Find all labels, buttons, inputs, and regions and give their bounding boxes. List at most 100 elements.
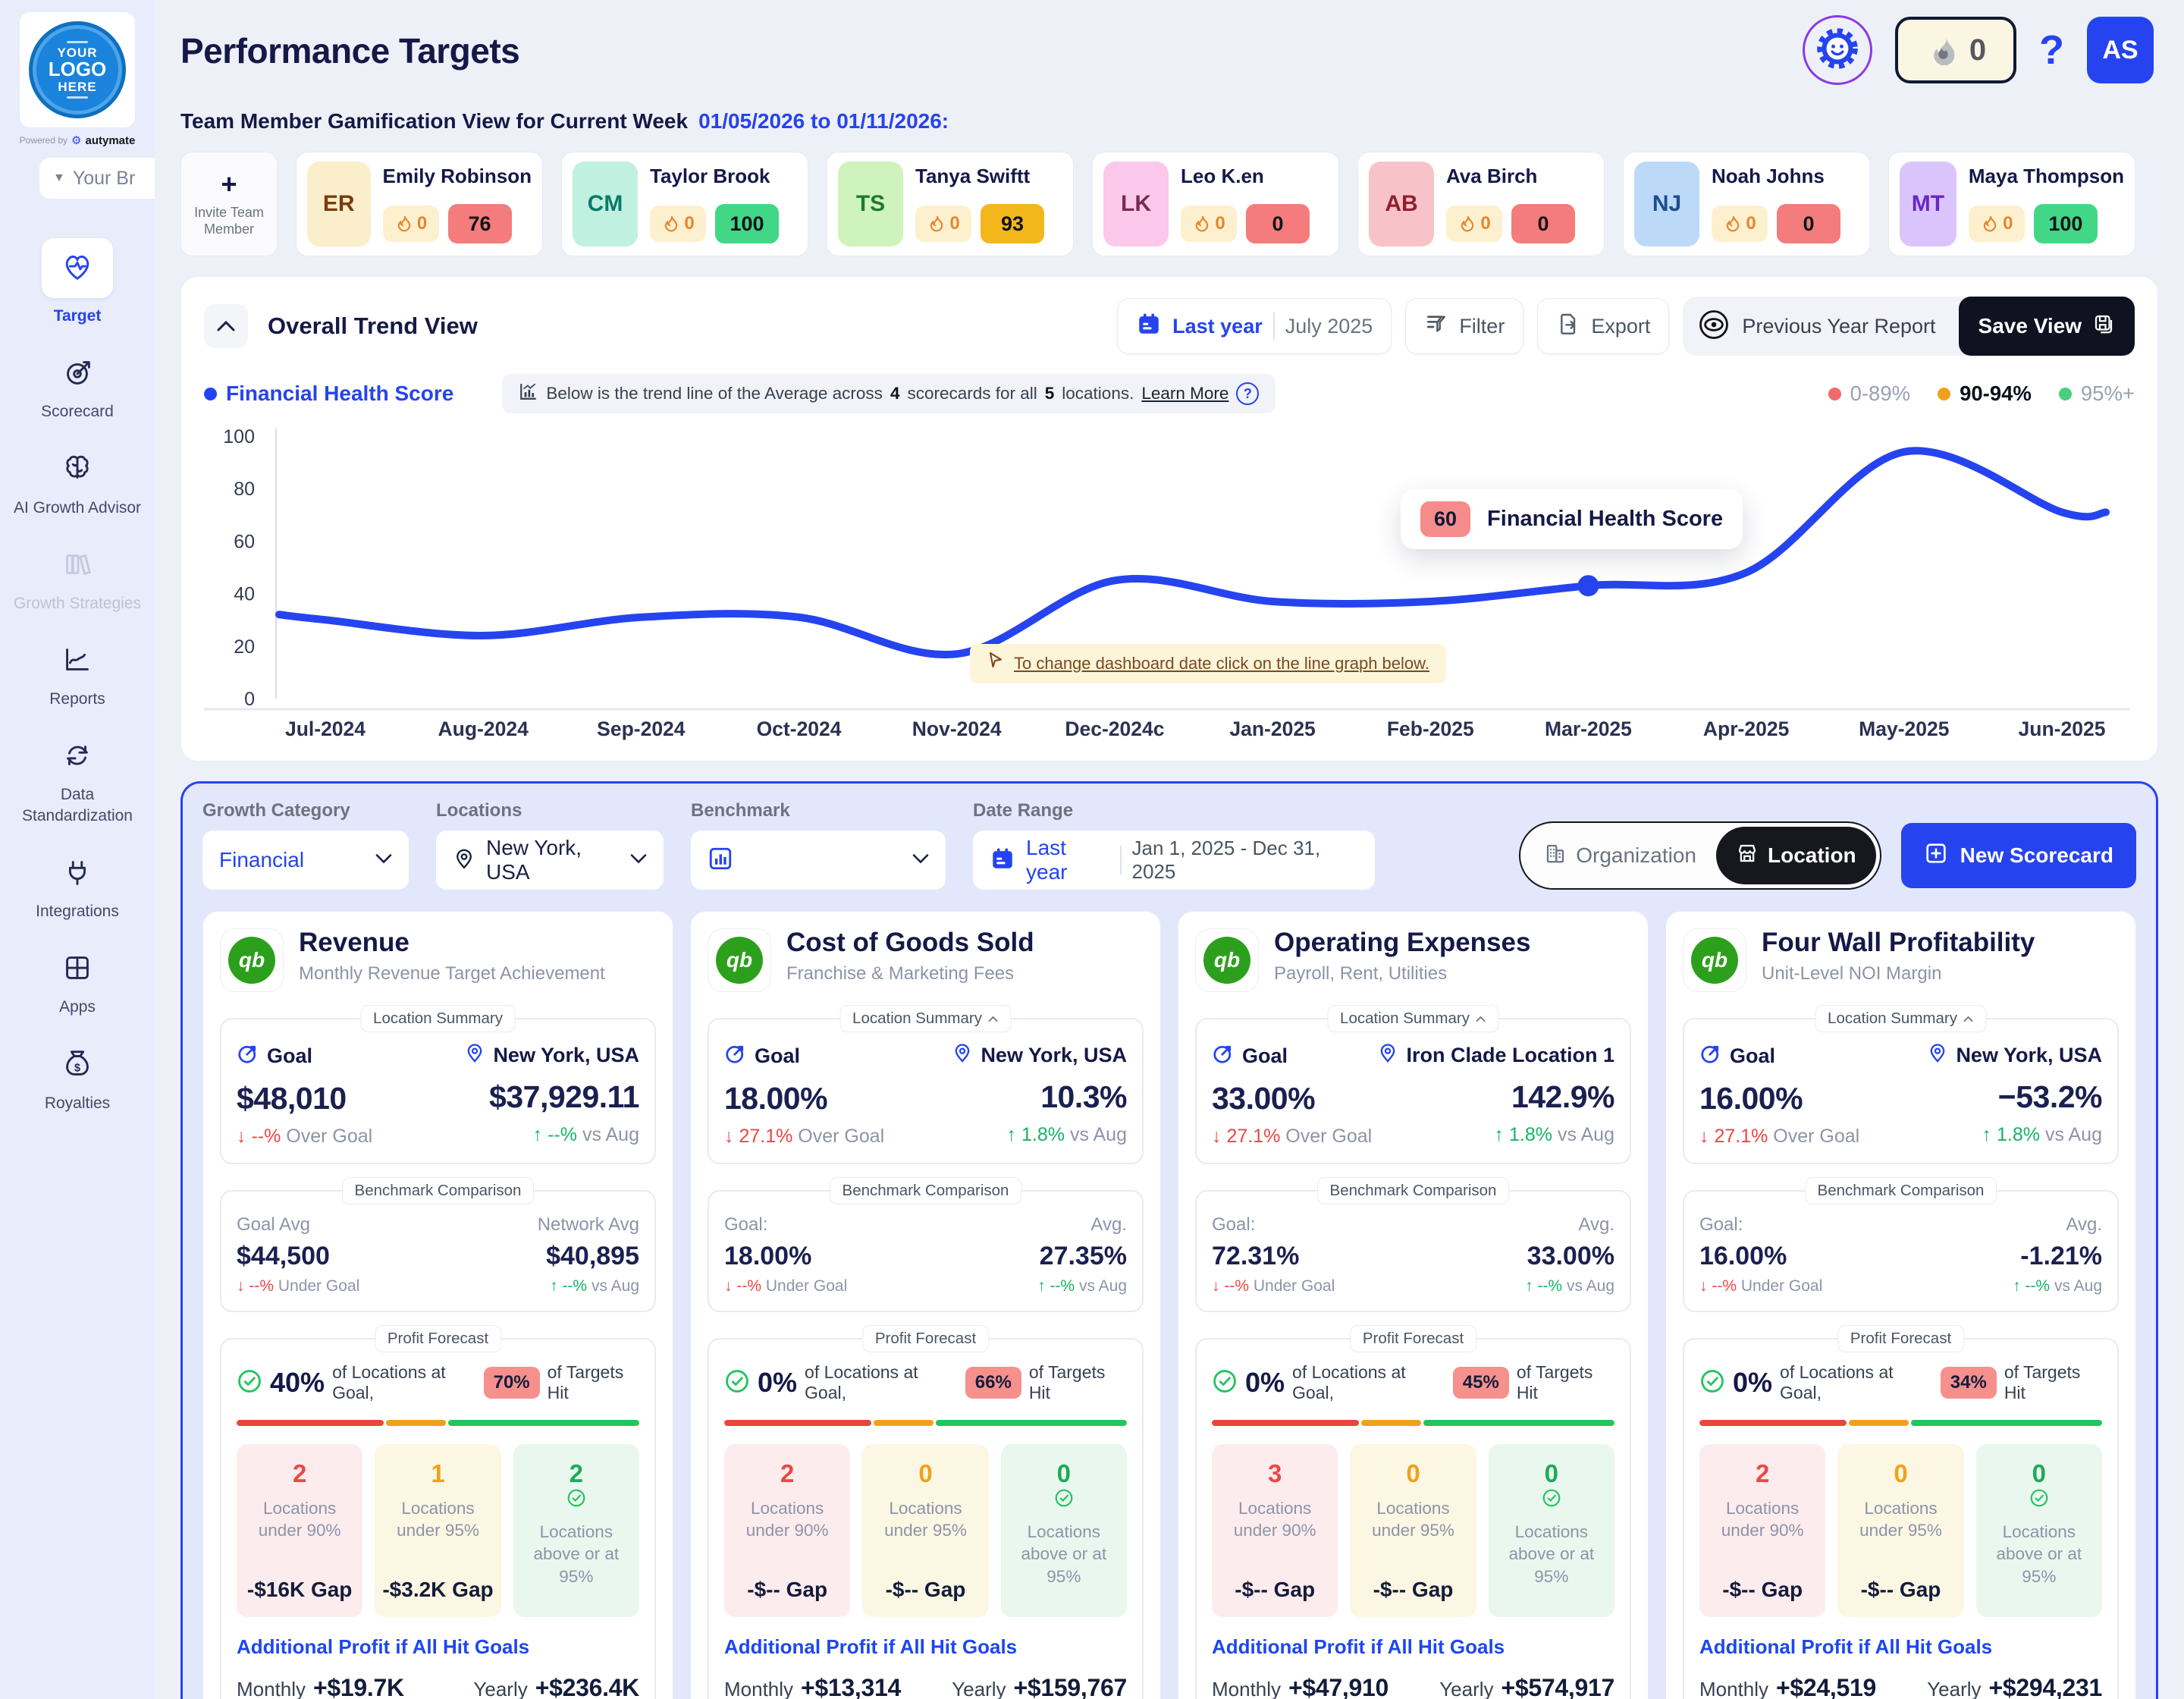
invite-team-member-button[interactable]: + Invite TeamMember bbox=[180, 152, 278, 256]
svg-text:20: 20 bbox=[234, 636, 255, 658]
sidebar-item-scorecard[interactable]: Scorecard bbox=[0, 355, 155, 422]
toggle-location[interactable]: Location bbox=[1716, 827, 1876, 884]
card-title: Operating Expenses bbox=[1274, 928, 1530, 957]
location-value: 10.3% bbox=[952, 1079, 1127, 1115]
series-legend[interactable]: Financial Health Score bbox=[204, 382, 453, 406]
additional-profit-link[interactable]: Additional Profit if All Hit Goals bbox=[724, 1635, 1127, 1659]
legend-dot-red bbox=[1828, 388, 1841, 400]
new-scorecard-button[interactable]: New Scorecard bbox=[1901, 823, 2136, 888]
location-summary-label[interactable]: Location Summary bbox=[839, 1005, 1012, 1032]
svg-text:80: 80 bbox=[234, 479, 255, 500]
team-member-card[interactable]: LK Leo K.en 0 0 bbox=[1092, 152, 1339, 256]
collapse-button[interactable] bbox=[204, 304, 248, 348]
flame-icon bbox=[1925, 32, 1959, 69]
date-range-select[interactable]: Last year Jan 1, 2025 - Dec 31, 2025 bbox=[973, 831, 1375, 890]
score-legend: 0-89% 90-94% 95%+ bbox=[1828, 382, 2135, 406]
sidebar-item-target[interactable]: Target bbox=[0, 238, 155, 326]
filter-button[interactable]: Filter bbox=[1405, 298, 1523, 354]
streak-count: 0 bbox=[1969, 33, 1986, 68]
trend-date-button[interactable]: Last year July 2025 bbox=[1117, 298, 1392, 354]
benchmark-comparison-section: Benchmark Comparison Goal: 18.00% ↓ --% … bbox=[708, 1190, 1144, 1312]
chart-hint-text[interactable]: To change dashboard date click on the li… bbox=[1014, 654, 1429, 674]
svg-text:Dec-2024c: Dec-2024c bbox=[1065, 718, 1164, 740]
sync-icon bbox=[60, 738, 95, 777]
sidebar-item-integrations[interactable]: Integrations bbox=[0, 855, 155, 922]
sidebar-item-apps[interactable]: Apps bbox=[0, 950, 155, 1017]
locations-under-90-box: 2 Locationsunder 90% -$16K Gap bbox=[237, 1444, 362, 1617]
goal-value: 16.00% bbox=[1699, 1081, 1859, 1116]
sidebar-item-reports[interactable]: Reports bbox=[0, 642, 155, 709]
profit-forecast-label: Profit Forecast bbox=[1837, 1325, 1964, 1352]
gamification-settings-button[interactable] bbox=[1803, 15, 1872, 85]
check-circle-icon bbox=[1699, 1368, 1725, 1398]
score-chip: 0 bbox=[1511, 204, 1575, 243]
toggle-organization[interactable]: Organization bbox=[1524, 827, 1716, 884]
trend-chart-area: 020406080100Jul-2024Aug-2024Sep-2024Oct-… bbox=[204, 419, 2135, 753]
scorecard-cogs: qb Cost of Goods Sold Franchise & Market… bbox=[690, 911, 1161, 1699]
sidebar-item-growth-strategies[interactable]: Growth Strategies bbox=[0, 547, 155, 614]
svg-text:40: 40 bbox=[234, 584, 255, 605]
avatar: NJ bbox=[1634, 162, 1699, 247]
sidebar-item-royalties[interactable]: $ Royalties bbox=[0, 1047, 155, 1113]
previous-year-report-label[interactable]: Previous Year Report bbox=[1742, 315, 1946, 338]
save-view-button[interactable]: Save View bbox=[1959, 297, 2135, 356]
svg-text:Sep-2024: Sep-2024 bbox=[597, 718, 686, 740]
help-button[interactable]: ? bbox=[2039, 27, 2064, 74]
cursor-icon bbox=[987, 652, 1005, 676]
user-avatar[interactable]: AS bbox=[2087, 17, 2154, 83]
gear-icon: ⚙ bbox=[71, 133, 81, 147]
svg-text:Feb-2025: Feb-2025 bbox=[1387, 718, 1474, 740]
location-value: 142.9% bbox=[1377, 1079, 1614, 1115]
chart-hint-note: To change dashboard date click on the li… bbox=[970, 644, 1446, 683]
org-location-toggle[interactable]: Organization Location bbox=[1519, 821, 1881, 890]
locations-under-90-box: 2 Locationsunder 90% -$-- Gap bbox=[724, 1444, 850, 1617]
svg-text:100: 100 bbox=[223, 426, 255, 448]
locations-select[interactable]: New York, USA bbox=[436, 831, 664, 890]
growth-category-select[interactable]: Financial bbox=[202, 831, 409, 890]
pin-icon bbox=[1927, 1042, 1948, 1069]
team-member-card[interactable]: CM Taylor Brook 0 100 bbox=[561, 152, 808, 256]
score-chip: 100 bbox=[2034, 204, 2098, 243]
profit-forecast-label: Profit Forecast bbox=[375, 1325, 501, 1352]
financial-health-line-chart[interactable]: 020406080100Jul-2024Aug-2024Sep-2024Oct-… bbox=[204, 419, 2130, 753]
goal-target-icon bbox=[1212, 1042, 1235, 1070]
avatar: LK bbox=[1103, 162, 1169, 247]
additional-profit-link[interactable]: Additional Profit if All Hit Goals bbox=[1212, 1635, 1614, 1659]
check-circle-icon bbox=[2029, 1488, 2049, 1512]
location-summary-label[interactable]: Location Summary bbox=[1815, 1005, 1987, 1032]
team-member-card[interactable]: AB Ava Birch 0 0 bbox=[1357, 152, 1605, 256]
avatar: CM bbox=[573, 162, 638, 247]
eye-icon[interactable] bbox=[1698, 309, 1730, 344]
location-summary-label: Location Summary bbox=[360, 1005, 516, 1032]
svg-text:May-2025: May-2025 bbox=[1859, 718, 1949, 740]
question-circle-icon[interactable]: ? bbox=[1236, 382, 1259, 405]
goal-value: $48,010 bbox=[237, 1081, 372, 1116]
logo: YOUR LOGO HERE bbox=[20, 12, 135, 127]
avatar: AB bbox=[1369, 162, 1434, 247]
additional-profit-link[interactable]: Additional Profit if All Hit Goals bbox=[237, 1635, 639, 1659]
quickbooks-icon: qb bbox=[708, 928, 771, 992]
benchmark-select[interactable] bbox=[691, 831, 946, 890]
team-member-card[interactable]: NJ Noah Johns 0 0 bbox=[1623, 152, 1870, 256]
learn-more-link[interactable]: Learn More bbox=[1141, 384, 1228, 404]
location-summary-label[interactable]: Location Summary bbox=[1327, 1005, 1499, 1032]
team-member-card[interactable]: ER Emily Robinson 0 76 bbox=[296, 152, 543, 256]
powered-by: Powered by⚙autymate bbox=[20, 133, 136, 147]
goal-distribution-bar bbox=[724, 1420, 1127, 1426]
brand-select[interactable]: ▼ Your Br bbox=[39, 158, 155, 199]
sidebar-item-data-standardization[interactable]: Data Standardization bbox=[0, 738, 155, 826]
additional-profit-link[interactable]: Additional Profit if All Hit Goals bbox=[1699, 1635, 2102, 1659]
benchmark-comparison-section: Benchmark Comparison Goal: 72.31% ↓ --% … bbox=[1195, 1190, 1631, 1312]
locations-above-95-box: 0 Locationsabove or at95% bbox=[1001, 1444, 1127, 1617]
svg-text:Nov-2024: Nov-2024 bbox=[912, 718, 1002, 740]
export-button[interactable]: Export bbox=[1537, 298, 1669, 354]
member-name: Noah Johns bbox=[1712, 165, 1859, 188]
streak-counter[interactable]: 0 bbox=[1895, 17, 2016, 83]
team-member-card[interactable]: TS Tanya Swiftt 0 93 bbox=[827, 152, 1074, 256]
tooltip-value-badge: 60 bbox=[1420, 501, 1470, 537]
flame-chip: 0 bbox=[1969, 206, 2025, 242]
team-member-card[interactable]: MT Maya Thompson 0 100 bbox=[1888, 152, 2135, 256]
profit-forecast-section: Profit Forecast 0% of Locations at Goal,… bbox=[1195, 1338, 1631, 1699]
avatar: ER bbox=[307, 162, 371, 247]
sidebar-item-ai-growth-advisor[interactable]: AI Growth Advisor bbox=[0, 451, 155, 518]
